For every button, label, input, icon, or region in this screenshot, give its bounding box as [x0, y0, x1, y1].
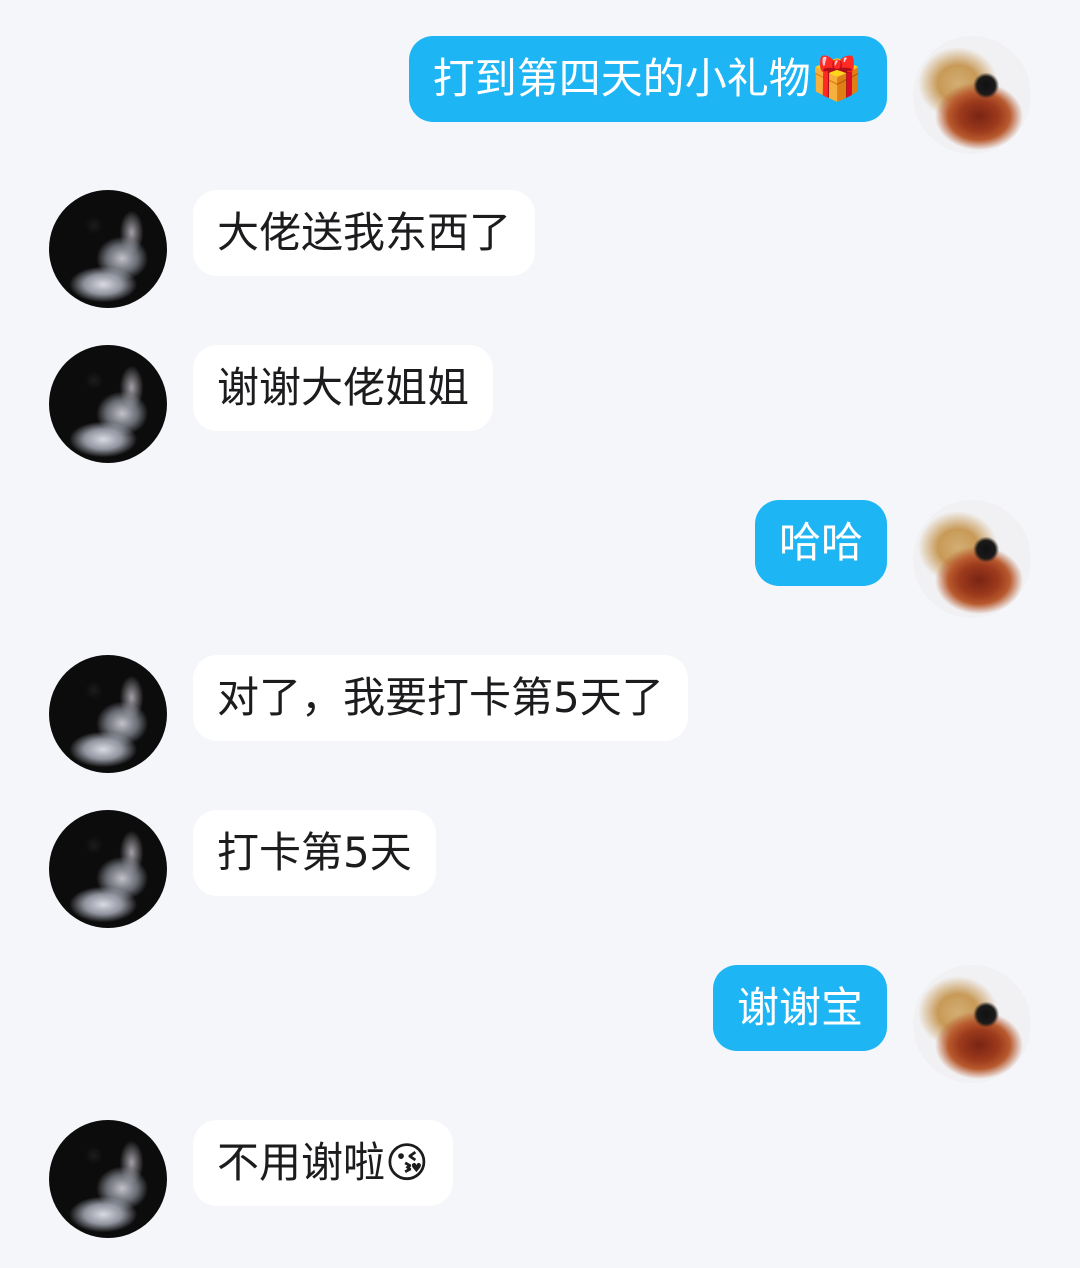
message-bubble-outgoing[interactable]: 打到第四天的小礼物🎁: [408, 36, 887, 122]
message-bubble-incoming[interactable]: 大佬送我东西了: [193, 190, 536, 276]
girl-avatar-icon[interactable]: [49, 345, 167, 463]
message-bubble-outgoing[interactable]: 哈哈: [754, 500, 887, 586]
chat-view: 打到第四天的小礼物🎁 大佬送我东西了 谢谢大佬姐姐 哈哈 对了，我要打卡第5天了…: [0, 0, 1080, 1268]
dog-avatar-icon[interactable]: [913, 36, 1031, 154]
message-bubble-incoming[interactable]: 打卡第5天: [193, 810, 436, 896]
message-bubble-incoming[interactable]: 不用谢啦😘: [193, 1120, 453, 1206]
girl-avatar-icon[interactable]: [49, 190, 167, 308]
message-bubble-outgoing[interactable]: 谢谢宝: [712, 965, 887, 1051]
dog-avatar-icon[interactable]: [913, 500, 1031, 618]
girl-avatar-icon[interactable]: [49, 810, 167, 928]
message-bubble-incoming[interactable]: 对了，我要打卡第5天了: [193, 655, 688, 741]
message-bubble-incoming[interactable]: 谢谢大佬姐姐: [193, 345, 494, 431]
girl-avatar-icon[interactable]: [49, 655, 167, 773]
girl-avatar-icon[interactable]: [49, 1120, 167, 1238]
dog-avatar-icon[interactable]: [913, 965, 1031, 1083]
